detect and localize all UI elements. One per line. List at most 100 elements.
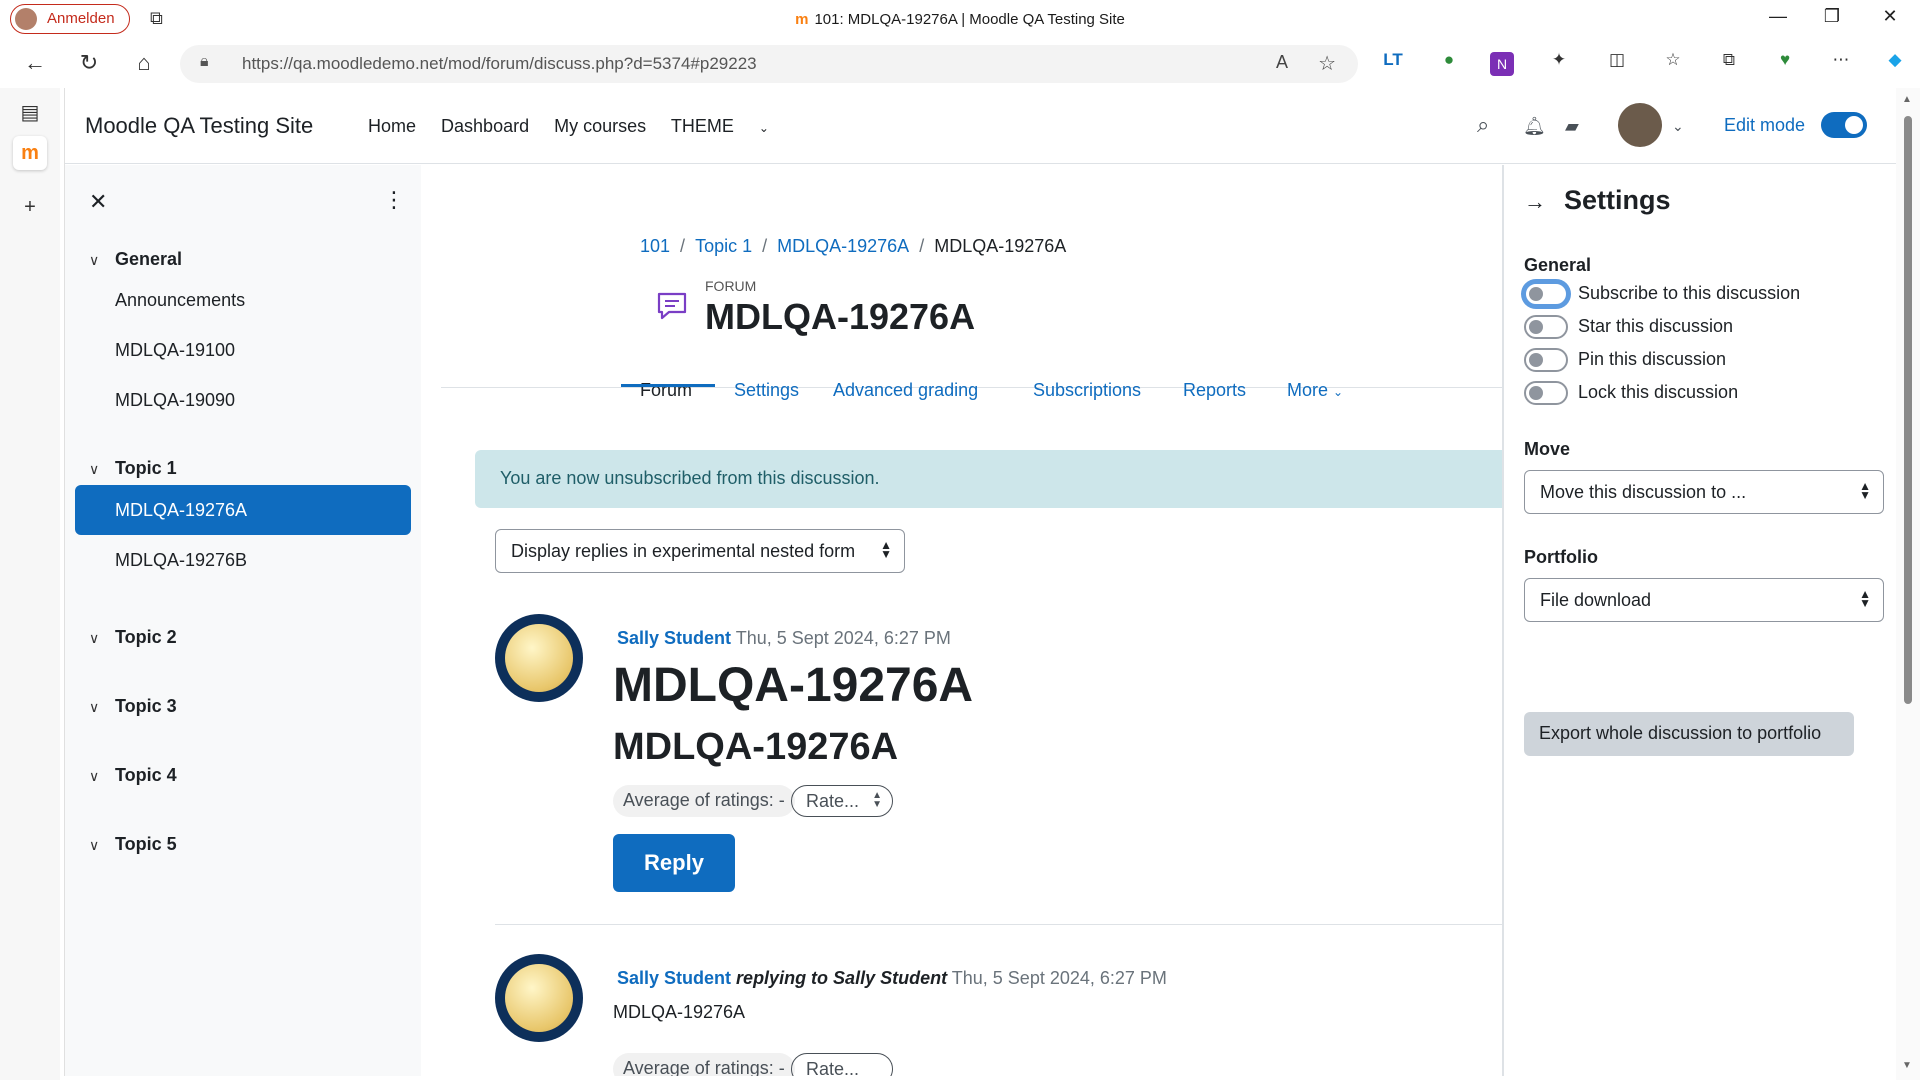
home-icon[interactable]: ⌂ [127, 50, 161, 76]
select-arrows-icon: ▲ ▼ [1859, 587, 1871, 610]
scroll-down-icon[interactable]: ▼ [1902, 1060, 1912, 1071]
lock-toggle[interactable] [1524, 381, 1568, 405]
new-tab-icon[interactable]: + [13, 190, 47, 224]
post-reply-to: replying to Sally Student [736, 968, 948, 988]
tab-settings[interactable]: Settings [734, 380, 799, 401]
section-topic-5[interactable]: ∨ Topic 5 [89, 834, 177, 855]
breadcrumb-link[interactable]: MDLQA-19276A [777, 236, 909, 256]
post-author-link[interactable]: Sally Student [617, 968, 731, 988]
chevron-down-icon: ∨ [89, 252, 100, 268]
extensions-icon[interactable]: ✦ [1544, 50, 1574, 78]
user-menu-chevron-icon[interactable]: ⌄ [1672, 118, 1684, 135]
close-drawer-arrow-icon[interactable]: → [1524, 189, 1546, 215]
select-arrows-icon: ▲ ▼ [880, 538, 892, 561]
notifications-bell-icon[interactable]: 🔔︎ [1523, 116, 1546, 137]
close-window-icon[interactable]: ✕ [1870, 6, 1910, 27]
course-index-item-active[interactable]: MDLQA-19276A [75, 485, 411, 535]
lock-icon: 🔒︎ [200, 53, 209, 70]
moodle-navbar: Moodle QA Testing Site Home Dashboard My… [65, 88, 1900, 164]
search-icon[interactable]: ⌕ [1477, 112, 1489, 138]
more-icon[interactable]: ⋯ [1826, 50, 1856, 78]
messages-icon[interactable]: ▰ [1565, 116, 1579, 137]
nav-dashboard[interactable]: Dashboard [441, 116, 529, 136]
url-field[interactable]: 🔒︎ https://qa.moodledemo.net/mod/forum/d… [180, 45, 1358, 83]
course-index-menu-icon[interactable]: ⋮ [383, 187, 405, 213]
restore-icon[interactable]: ❐ [1812, 6, 1852, 27]
read-aloud-icon[interactable]: A [1276, 52, 1288, 73]
avatar[interactable] [495, 614, 583, 702]
rate-select[interactable]: Rate... ▲ ▼ [791, 785, 893, 817]
subscribe-toggle[interactable] [1524, 282, 1568, 306]
site-brand[interactable]: Moodle QA Testing Site [85, 113, 313, 139]
rate-select[interactable]: Rate... [791, 1053, 893, 1076]
move-discussion-select[interactable]: Move this discussion to ... ▲ ▼ [1524, 470, 1884, 514]
onenote-icon[interactable]: N [1490, 52, 1514, 76]
user-avatar[interactable] [1618, 103, 1662, 147]
collections-icon[interactable]: ⧉ [1714, 50, 1744, 78]
back-icon[interactable]: ← [18, 50, 52, 76]
tab-reports[interactable]: Reports [1183, 380, 1246, 401]
tab-subscriptions[interactable]: Subscriptions [1033, 380, 1141, 401]
scrollbar-thumb[interactable] [1904, 116, 1912, 704]
select-arrows-icon: ▲ ▼ [1859, 479, 1871, 502]
section-topic-3[interactable]: ∨ Topic 3 [89, 696, 177, 717]
chevron-down-icon: ∨ [89, 699, 100, 715]
nav-my-courses[interactable]: My courses [554, 116, 646, 136]
edit-mode-toggle[interactable] [1821, 112, 1867, 138]
page-scrollbar[interactable]: ▲ ▼ [1896, 88, 1920, 1080]
breadcrumb-link[interactable]: 101 [640, 236, 670, 256]
breadcrumb-link[interactable]: Topic 1 [695, 236, 752, 256]
moodle-favicon-icon: m [795, 11, 809, 28]
nav-home[interactable]: Home [368, 116, 416, 136]
star-toggle[interactable] [1524, 315, 1568, 339]
tab-more[interactable]: More ⌄ [1287, 380, 1343, 401]
post-meta: Sally Student replying to Sally Student … [617, 968, 1167, 989]
select-arrows-icon: ▲ ▼ [872, 790, 882, 810]
minimize-icon[interactable]: — [1758, 6, 1798, 27]
reply-button[interactable]: Reply [613, 834, 735, 892]
course-index-item[interactable]: MDLQA-19090 [75, 375, 411, 425]
course-index-item[interactable]: Announcements [75, 275, 411, 325]
section-topic-1[interactable]: ∨ Topic 1 [89, 458, 177, 479]
lt-extension-icon[interactable]: LT [1378, 50, 1408, 78]
close-drawer-icon[interactable]: ✕ [89, 189, 107, 215]
refresh-icon[interactable]: ↻ [72, 50, 106, 76]
export-portfolio-button[interactable]: Export whole discussion to portfolio [1524, 712, 1854, 756]
post-divider [495, 924, 1555, 925]
section-topic-4[interactable]: ∨ Topic 4 [89, 765, 177, 786]
favorites-icon[interactable]: ☆ [1658, 50, 1688, 78]
course-index-item[interactable]: MDLQA-19100 [75, 325, 411, 375]
tab-advanced-grading[interactable]: Advanced grading [833, 380, 978, 401]
drawer-title: Settings [1564, 185, 1671, 215]
post-author-link[interactable]: Sally Student [617, 628, 731, 648]
post-body: MDLQA-19276A [613, 1002, 746, 1022]
window-title: m 101: MDLQA-19276A | Moodle QA Testing S… [795, 11, 1125, 28]
rating-average: Average of ratings: - [613, 785, 795, 817]
split-screen-icon[interactable]: ◫ [1602, 50, 1632, 78]
moodle-tab-icon[interactable]: m [13, 136, 47, 170]
section-general[interactable]: ∨ General [89, 249, 182, 270]
tab-list-icon[interactable]: ▤ [13, 96, 47, 130]
shield-extension-icon[interactable]: ● [1434, 50, 1464, 78]
pin-toggle[interactable] [1524, 348, 1568, 372]
portfolio-select[interactable]: File download ▲ ▼ [1524, 578, 1884, 622]
avatar[interactable] [495, 954, 583, 1042]
section-topic-2[interactable]: ∨ Topic 2 [89, 627, 177, 648]
portfolio-heading: Portfolio [1524, 547, 1598, 567]
course-index-item[interactable]: MDLQA-19276B [75, 535, 411, 585]
primary-navigation: Home Dashboard My courses THEME ⌄ [368, 116, 809, 137]
breadcrumb-current: MDLQA-19276A [934, 236, 1067, 256]
chevron-down-icon: ∨ [89, 768, 100, 784]
scroll-up-icon[interactable]: ▲ [1902, 94, 1912, 105]
display-mode-select[interactable]: Display replies in experimental nested f… [495, 529, 905, 573]
browser-essentials-icon[interactable]: ♥ [1770, 50, 1800, 78]
unsubscribed-alert: You are now unsubscribed from this discu… [475, 450, 1555, 508]
browser-titlebar: Anmelden ⧉ m 101: MDLQA-19276A | Moodle Q… [0, 0, 1920, 40]
copilot-icon[interactable]: ◆ [1880, 50, 1910, 78]
nav-theme[interactable]: THEME ⌄ [671, 116, 789, 136]
post-subject: MDLQA-19276A [613, 659, 974, 712]
chevron-down-icon: ⌄ [758, 121, 769, 135]
post-body-heading: MDLQA-19276A [613, 726, 899, 768]
favorite-icon[interactable]: ☆ [1318, 51, 1336, 76]
chevron-down-icon: ∨ [89, 461, 100, 477]
